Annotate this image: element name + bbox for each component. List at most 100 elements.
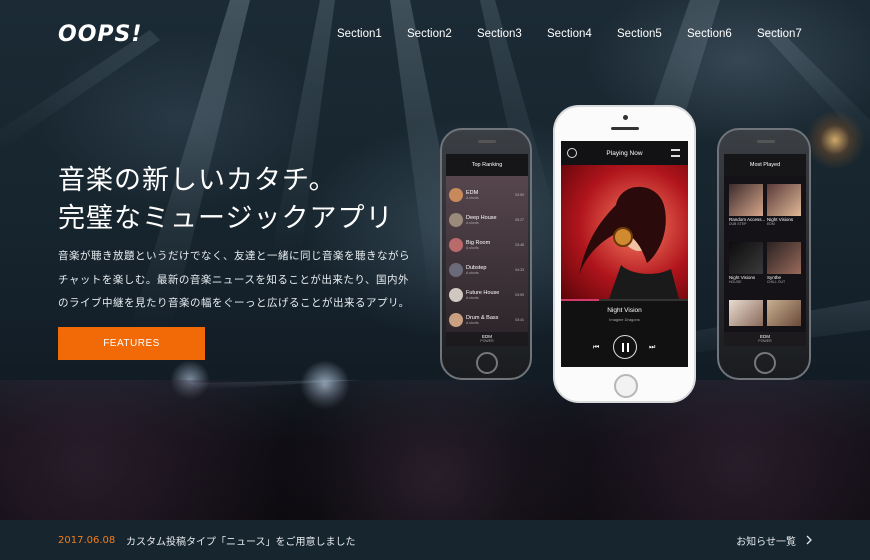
site-logo[interactable]: OOPS! <box>58 22 142 47</box>
ranking-title: EDM <box>466 189 479 196</box>
ranking-duration: 04:33 <box>515 267 524 272</box>
ranking-sub: A shorts <box>466 195 479 200</box>
phone-speaker <box>478 140 496 143</box>
phone-screen: Top Ranking EDM A shorts 03:59 Deep House… <box>446 154 528 346</box>
nav-section6[interactable]: Section6 <box>687 28 757 40</box>
ranking-sub: A shorts <box>466 245 479 250</box>
playlist-item[interactable] <box>729 300 763 326</box>
ranking-thumb <box>449 187 463 202</box>
mini-player-sub: POWER <box>480 339 494 343</box>
features-button[interactable]: FEATURES <box>58 327 205 360</box>
ranking-duration: 03:41 <box>515 317 524 322</box>
playlist-item[interactable]: Night Visions HOUSE <box>729 242 763 284</box>
phone-screen: Most Played Random Access... DUB STEP Ni… <box>724 154 806 346</box>
ranking-duration: 05:27 <box>515 217 524 222</box>
phone-screen: Playing Now Night Vision Imagine Dragons… <box>561 141 688 367</box>
menu-icon[interactable] <box>671 149 680 157</box>
news-list-link[interactable]: お知らせ一覧 <box>736 533 812 548</box>
album-art <box>729 300 763 326</box>
ranking-thumb <box>449 212 463 227</box>
ranking-row[interactable]: Big Room A shorts 03:48 <box>446 232 528 257</box>
mini-player[interactable]: EDM POWER <box>724 332 806 346</box>
playlist-item[interactable]: Synthe CHILL OUT <box>767 242 801 284</box>
pause-button[interactable] <box>613 335 637 359</box>
ranking-sub: A shorts <box>466 220 479 225</box>
ranking-row[interactable]: Future House A shorts 03:59 <box>446 282 528 307</box>
phone-top-ranking: Top Ranking EDM A shorts 03:59 Deep House… <box>440 128 532 380</box>
nav-section3[interactable]: Section3 <box>477 28 547 40</box>
screen-title: Top Ranking <box>471 162 503 168</box>
ranking-sub: A shorts <box>466 320 479 325</box>
hero-headline: 音楽の新しいカタチ。 完璧なミュージックアプリ <box>58 162 393 238</box>
playlist-item[interactable] <box>767 300 801 326</box>
ranking-row[interactable]: EDM A shorts 03:59 <box>446 182 528 207</box>
fast-forward-icon[interactable]: ⏭ <box>649 343 655 352</box>
phone-playing-now: Playing Now Night Vision Imagine Dragons… <box>553 105 696 403</box>
news-headline[interactable]: カスタム投稿タイプ「ニュース」をご用意しました <box>126 533 356 548</box>
crowd-silhouette <box>0 380 870 520</box>
singer-silhouette <box>579 186 679 299</box>
news-list-label: お知らせ一覧 <box>736 536 796 548</box>
screen-header: Most Played <box>724 154 806 176</box>
phone-speaker <box>757 140 775 143</box>
playlist-item[interactable]: Random Access... DUB STEP <box>729 184 765 226</box>
album-art <box>729 242 763 274</box>
mini-player-title: EDM <box>482 334 492 339</box>
playback-controls: ⏮ ⏭ <box>561 335 688 359</box>
mini-player[interactable]: EDM POWER <box>446 332 528 346</box>
phone-camera <box>623 115 628 120</box>
ranking-title: Deep House <box>466 214 497 221</box>
playlist-sub: EDM <box>767 222 775 226</box>
album-artwork <box>561 165 688 299</box>
playlist-item[interactable]: Night Visions EDM <box>767 184 801 226</box>
phone-home-button <box>614 374 638 398</box>
ranking-thumb <box>449 287 463 302</box>
album-art <box>767 242 801 274</box>
progress-bar[interactable] <box>561 299 688 301</box>
mini-player-title: EDM <box>760 334 770 339</box>
ranking-duration: 03:48 <box>515 242 524 247</box>
news-date: 2017.06.08 <box>58 534 116 546</box>
track-artist: Imagine Dragons <box>609 317 640 322</box>
nav-section1[interactable]: Section1 <box>337 28 407 40</box>
nav-section4[interactable]: Section4 <box>547 28 617 40</box>
nav-section2[interactable]: Section2 <box>407 28 477 40</box>
ranking-sub: A shorts <box>466 270 479 275</box>
ranking-title: Drum & Bass <box>466 314 499 321</box>
playlist-sub: CHILL OUT <box>767 280 786 284</box>
album-art <box>729 184 763 216</box>
screen-title: Most Played <box>749 162 781 168</box>
ranking-title: Dubstep <box>466 264 487 271</box>
ranking-title: Future House <box>466 289 500 296</box>
chevron-right-icon <box>806 535 812 545</box>
playlist-sub: DUB STEP <box>729 222 747 226</box>
rewind-icon[interactable]: ⏮ <box>593 343 599 352</box>
phone-home-button <box>754 352 776 374</box>
ranking-thumb <box>449 237 463 252</box>
phone-most-played: Most Played Random Access... DUB STEP Ni… <box>717 128 811 380</box>
ranking-row[interactable]: Dubstep A shorts 04:33 <box>446 257 528 282</box>
pause-icon <box>621 342 629 352</box>
screen-header: Playing Now <box>561 141 688 165</box>
mini-player-sub: POWER <box>758 339 772 343</box>
nav-section5[interactable]: Section5 <box>617 28 687 40</box>
ranking-row[interactable]: Drum & Bass A shorts 03:41 <box>446 307 528 332</box>
ranking-row[interactable]: Deep House A shorts 05:27 <box>446 207 528 232</box>
news-bar: 2017.06.08 カスタム投稿タイプ「ニュース」をご用意しました お知らせ一… <box>0 520 870 560</box>
main-nav: Section1 Section2 Section3 Section4 Sect… <box>337 28 827 40</box>
phone-speaker <box>611 127 639 130</box>
desc-line: 音楽が聴き放題というだけでなく、友達と一緒に同じ音楽を聴きながら <box>58 250 410 262</box>
headline-line: 音楽の新しいカタチ。 <box>58 165 337 196</box>
screen-header: Top Ranking <box>446 154 528 176</box>
nav-section7[interactable]: Section7 <box>757 28 827 40</box>
hero-description: 音楽が聴き放題というだけでなく、友達と一緒に同じ音楽を聴きながら チャットを楽し… <box>58 245 418 316</box>
ranking-duration: 03:59 <box>515 292 524 297</box>
headline-line: 完璧なミュージックアプリ <box>58 203 394 234</box>
album-art <box>767 300 801 326</box>
phone-home-button <box>476 352 498 374</box>
ranking-duration: 03:59 <box>515 192 524 197</box>
ranking-thumb <box>449 312 463 327</box>
back-icon[interactable] <box>567 148 577 158</box>
ranking-sub: A shorts <box>466 295 479 300</box>
screen-title: Playing Now <box>606 149 643 157</box>
